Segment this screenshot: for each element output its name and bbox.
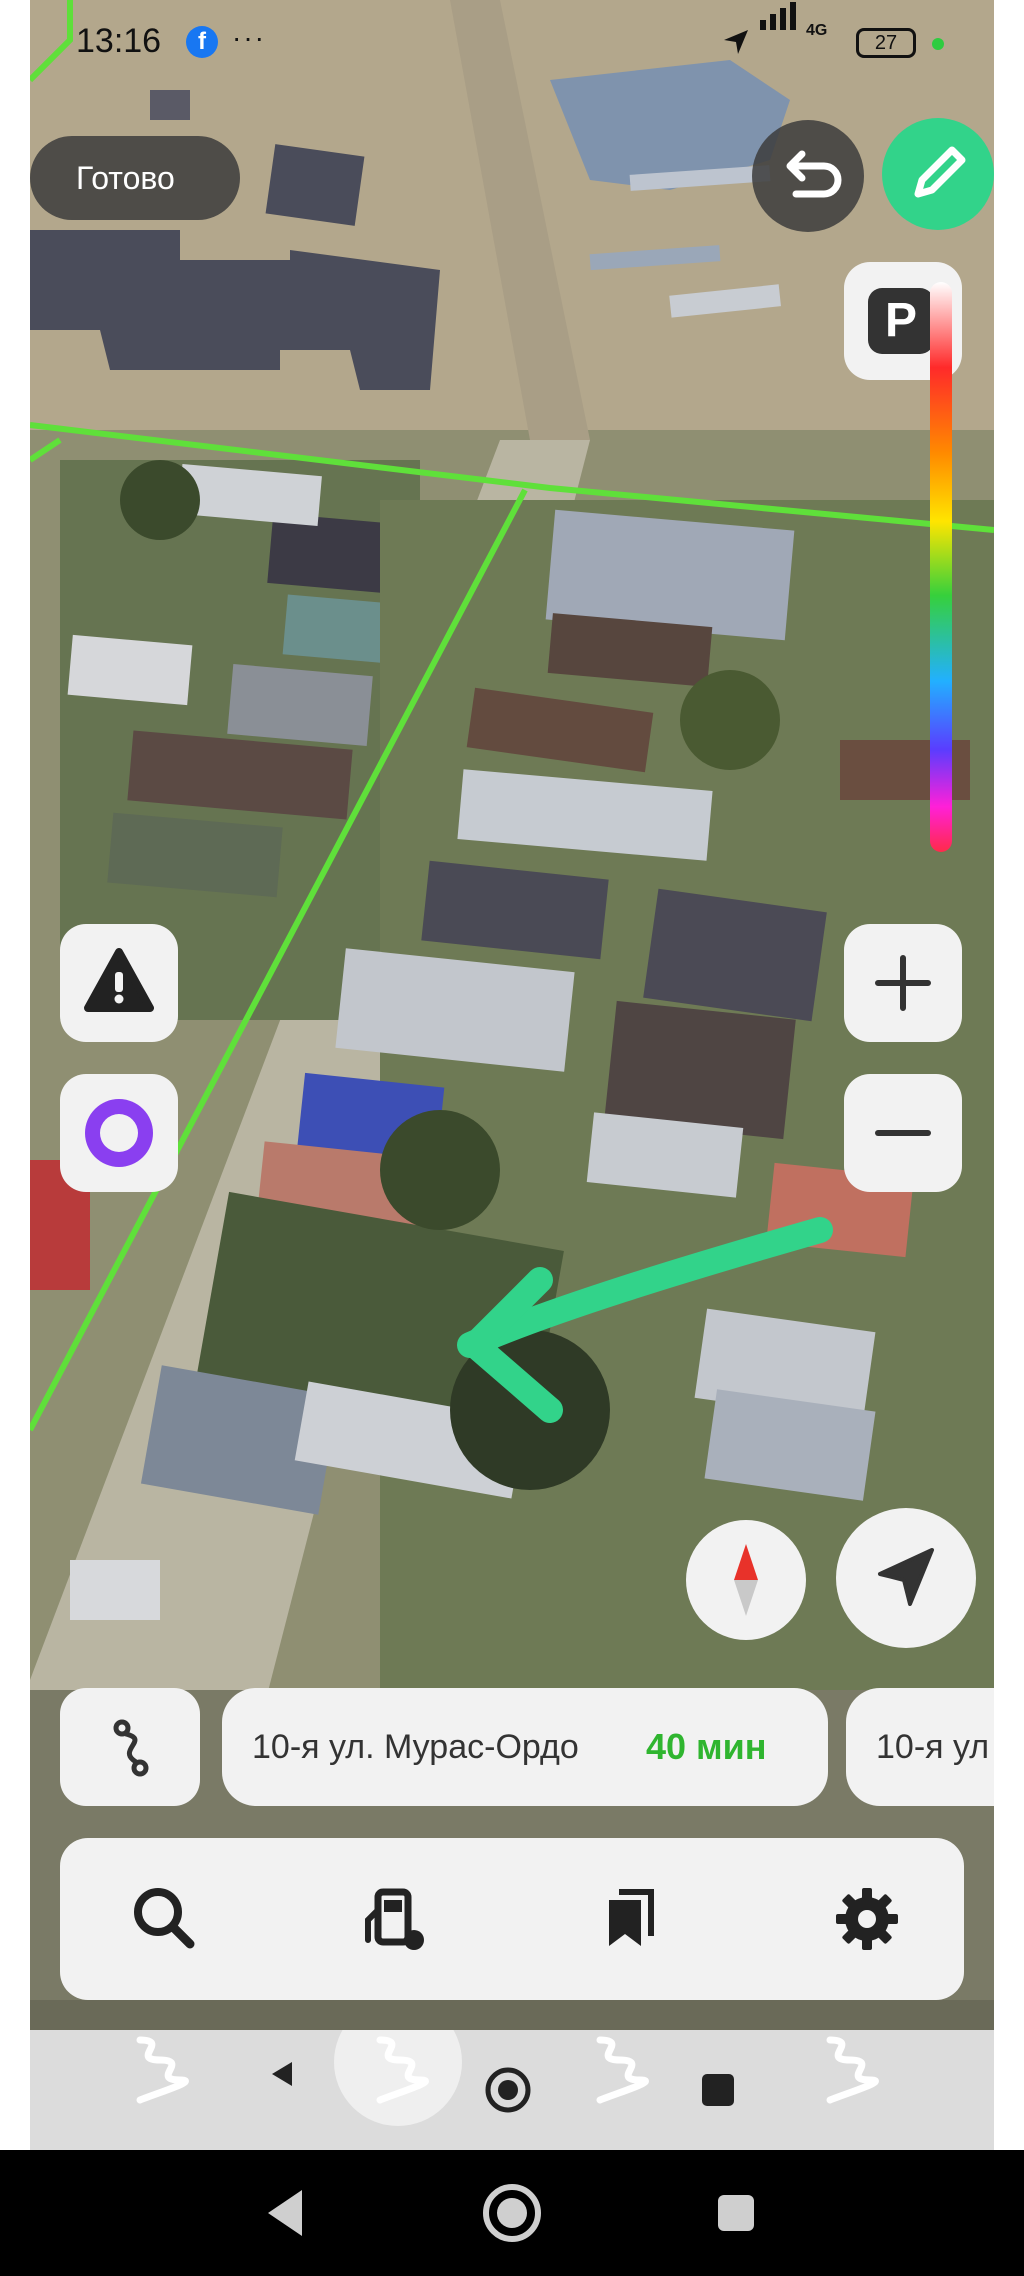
network-type: 4G [806,22,828,39]
gas-station-button[interactable] [350,1874,440,1964]
traffic-color-scale [930,282,952,852]
done-button[interactable]: Готово [30,136,240,220]
inner-navigation-icons [136,2030,879,2126]
route-destination: 10-я ул. Мурас-Ордо [252,1728,579,1766]
recents-button[interactable] [718,2195,754,2231]
signal-icon [760,0,804,60]
pencil-icon [914,146,966,198]
map-screen[interactable]: 13:16 f ··· 4G 27 Готово P 10-я ул. Мура… [30,0,994,2150]
undo-button[interactable] [752,120,864,232]
bookmarks-button[interactable] [585,1874,675,1964]
glitch-mark [136,2036,189,2104]
recents-icon [718,2195,754,2231]
routes-button[interactable] [60,1688,200,1806]
location-arrow-icon [724,30,748,54]
alice-assistant-icon [85,1099,153,1167]
route-icon [113,1719,149,1777]
privacy-indicator-icon [932,38,944,50]
battery-icon: 27 [856,28,916,58]
voice-assistant-button[interactable] [60,1074,178,1192]
zoom-out-button[interactable] [844,1074,962,1192]
inner-navigation-bar [30,2030,994,2150]
search-button[interactable] [120,1874,210,1964]
settings-gear-icon [836,1888,898,1950]
back-icon [268,2190,302,2236]
frame-right-edge [994,0,1024,2150]
route-suggestion[interactable]: 10-я ул. Мурас-Ордо 40 мин [222,1688,828,1806]
route-duration: 40 мин [646,1726,767,1767]
edit-button[interactable] [882,118,994,230]
phone-frame: 13:16 f ··· 4G 27 Готово P 10-я ул. Мура… [0,0,1024,2276]
search-icon [134,1888,195,1949]
inner-back-icon [272,2062,292,2086]
navigation-arrow-icon [878,1548,934,1606]
more-notifications-icon: ··· [232,22,266,53]
system-navigation-bar [0,2150,1024,2276]
home-button[interactable] [483,2184,541,2242]
glitch-mark [596,2036,649,2104]
bookmarks-icon [609,1889,654,1946]
compass-icon [734,1544,758,1616]
warning-icon [84,948,154,1012]
parking-icon: P [868,288,934,354]
compass-button[interactable] [686,1520,806,1640]
frame-left-edge [0,0,30,2150]
undo-icon [786,150,842,198]
back-button[interactable] [268,2190,302,2236]
status-time: 13:16 [76,22,162,60]
zoom-in-button[interactable] [844,924,962,1042]
battery-level: 27 [874,32,898,54]
route-destination: 10-я ул [876,1728,990,1766]
status-bar: 13:16 f ··· 4G 27 [30,0,994,88]
inner-recents-icon [702,2074,734,2106]
bottom-toolbar [60,1838,964,2000]
plus-icon [875,955,931,1011]
glitch-mark [826,2036,879,2104]
settings-button[interactable] [822,1874,912,1964]
road-alert-button[interactable] [60,924,178,1042]
my-location-button[interactable] [836,1508,976,1648]
route-suggestion[interactable]: 10-я ул [846,1688,994,1806]
gas-station-icon [365,1888,424,1950]
facebook-icon: f [186,26,218,58]
minus-icon [875,1130,931,1136]
